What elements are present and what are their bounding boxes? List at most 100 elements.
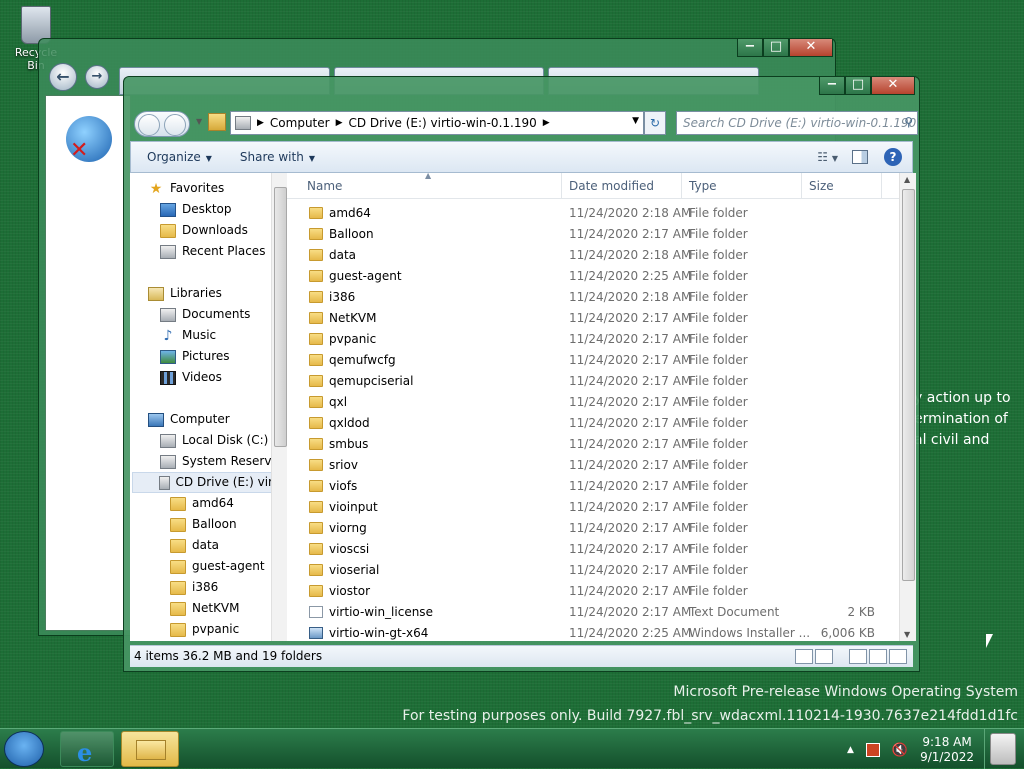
table-row[interactable]: viorng 11/24/2020 2:17 AM File folder <box>287 518 899 539</box>
table-row[interactable]: viofs 11/24/2020 2:17 AM File folder <box>287 476 899 497</box>
breadcrumb-computer[interactable]: Computer <box>270 116 330 130</box>
address-dropdown-icon[interactable]: ▼ <box>632 116 639 126</box>
nav-scrollbar[interactable] <box>271 173 288 641</box>
column-divider[interactable] <box>681 173 682 199</box>
nav-libraries[interactable]: Libraries <box>148 283 222 304</box>
table-row[interactable]: vioserial 11/24/2020 2:17 AM File folder <box>287 560 899 581</box>
column-divider[interactable] <box>561 173 562 199</box>
show-hidden-icons-icon[interactable]: ▲ <box>847 745 854 755</box>
taskbar-internet-explorer[interactable]: e <box>60 731 114 767</box>
preview-pane-icon[interactable] <box>852 150 868 164</box>
column-divider[interactable] <box>801 173 802 199</box>
network-icon[interactable] <box>865 743 880 757</box>
large-icons-view-icon[interactable] <box>815 649 833 664</box>
share-with-button[interactable]: Share with ▼ <box>240 150 315 164</box>
breadcrumb-cd-drive[interactable]: CD Drive (E:) virtio-win-0.1.190 <box>349 116 537 130</box>
breadcrumb-chevron-icon[interactable]: ▶ <box>257 118 264 128</box>
nav-music[interactable]: ♪ Music <box>160 325 217 346</box>
address-bar[interactable]: ▶ Computer ▶ CD Drive (E:) virtio-win-0.… <box>230 111 644 135</box>
nav-videos[interactable]: Videos <box>160 367 222 388</box>
organize-button[interactable]: Organize ▼ <box>147 150 212 164</box>
forward-button[interactable] <box>164 114 186 136</box>
table-row[interactable]: qemufwcfg 11/24/2020 2:17 AM File folder <box>287 350 899 371</box>
column-size[interactable]: Size <box>809 179 834 193</box>
show-desktop-button[interactable] <box>984 729 1024 769</box>
nav-favorites[interactable]: ★ Favorites <box>148 178 225 199</box>
nav-downloads[interactable]: Downloads <box>160 220 248 241</box>
nav-system-reserved[interactable]: System Reserved <box>160 451 281 472</box>
close-button[interactable]: ✕ <box>789 39 833 57</box>
clock[interactable]: 9:18 AM 9/1/2022 <box>920 735 974 765</box>
column-date-modified[interactable]: Date modified <box>569 179 654 193</box>
table-row[interactable]: qxldod 11/24/2020 2:17 AM File folder <box>287 413 899 434</box>
minimize-button[interactable]: − <box>737 39 763 57</box>
table-row[interactable]: pvpanic 11/24/2020 2:17 AM File folder <box>287 329 899 350</box>
nav-subfolder[interactable]: pvpanic <box>170 619 239 640</box>
layout-icon[interactable] <box>849 649 867 664</box>
table-row[interactable]: guest-agent 11/24/2020 2:25 AM File folder <box>287 266 899 287</box>
breadcrumb-chevron-icon[interactable]: ▶ <box>543 118 550 128</box>
layout-icon[interactable] <box>869 649 887 664</box>
scroll-up-icon[interactable]: ▲ <box>904 175 910 184</box>
table-row[interactable]: qemupciserial 11/24/2020 2:17 AM File fold… <box>287 371 899 392</box>
maximize-button[interactable]: □ <box>845 77 871 95</box>
nav-documents[interactable]: Documents <box>160 304 250 325</box>
folder-icon <box>309 333 323 345</box>
nav-pictures[interactable]: Pictures <box>160 346 230 367</box>
start-button[interactable] <box>4 731 44 767</box>
breadcrumb-chevron-icon[interactable]: ▶ <box>336 118 343 128</box>
table-row[interactable]: vioscsi 11/24/2020 2:17 AM File folder <box>287 539 899 560</box>
refresh-button[interactable]: ↻ <box>644 111 666 135</box>
nav-desktop[interactable]: Desktop <box>160 199 232 220</box>
search-placeholder: Search CD Drive (E:) virtio-win-0.1.190 <box>683 116 917 130</box>
table-row[interactable]: amd64 11/24/2020 2:18 AM File folder <box>287 203 899 224</box>
views-button[interactable]: ☷ ▼ <box>817 150 838 164</box>
nav-subfolder[interactable]: data <box>170 535 219 556</box>
nav-scroll-thumb[interactable] <box>274 187 287 447</box>
nav-subfolder[interactable]: i386 <box>170 577 218 598</box>
taskbar-explorer[interactable] <box>121 731 179 767</box>
nav-computer[interactable]: Computer <box>148 409 230 430</box>
search-icon[interactable]: ⚲ <box>904 115 913 129</box>
layout-icon[interactable] <box>889 649 907 664</box>
table-row[interactable]: sriov 11/24/2020 2:17 AM File folder <box>287 455 899 476</box>
column-divider[interactable] <box>881 173 882 199</box>
table-row[interactable]: i386 11/24/2020 2:18 AM File folder <box>287 287 899 308</box>
file-list-scrollbar[interactable]: ▲ ▼ <box>899 173 916 641</box>
table-row[interactable]: Balloon 11/24/2020 2:17 AM File folder <box>287 224 899 245</box>
up-folder-icon[interactable] <box>208 113 226 131</box>
scroll-down-icon[interactable]: ▼ <box>904 630 910 639</box>
table-row[interactable]: viostor 11/24/2020 2:17 AM File folder <box>287 581 899 602</box>
nav-subfolder[interactable]: guest-agent <box>170 556 265 577</box>
nav-recent-places[interactable]: Recent Places <box>160 241 265 262</box>
explorer-window[interactable]: − □ ✕ ▼ ▶ Computer ▶ CD Drive (E:) virti… <box>123 76 920 672</box>
minimize-button[interactable]: − <box>819 77 845 95</box>
nav-local-disk[interactable]: Local Disk (C:) <box>160 430 268 451</box>
table-row[interactable]: qxl 11/24/2020 2:17 AM File folder <box>287 392 899 413</box>
nav-subfolder[interactable]: Balloon <box>170 514 237 535</box>
scroll-thumb[interactable] <box>902 189 915 581</box>
table-row[interactable]: data 11/24/2020 2:18 AM File folder <box>287 245 899 266</box>
nav-subfolder[interactable]: NetKVM <box>170 598 240 619</box>
folder-icon <box>309 438 323 450</box>
search-input[interactable]: Search CD Drive (E:) virtio-win-0.1.190 … <box>676 111 918 135</box>
table-row[interactable]: NetKVM 11/24/2020 2:17 AM File folder <box>287 308 899 329</box>
table-row[interactable]: vioinput 11/24/2020 2:17 AM File folder <box>287 497 899 518</box>
maximize-button[interactable]: □ <box>763 39 789 57</box>
table-row[interactable]: virtio-win-gt-x64 11/24/2020 2:25 AM Windo… <box>287 623 899 641</box>
recent-pages-icon[interactable]: ▼ <box>196 117 202 126</box>
details-view-icon[interactable] <box>795 649 813 664</box>
back-arrow-icon[interactable]: ← <box>49 63 77 91</box>
table-row[interactable]: smbus 11/24/2020 2:17 AM File folder <box>287 434 899 455</box>
nav-subfolder[interactable]: amd64 <box>170 493 234 514</box>
column-type[interactable]: Type <box>689 179 717 193</box>
back-button[interactable] <box>138 114 160 136</box>
table-row[interactable]: virtio-win_license 11/24/2020 2:17 AM Text… <box>287 602 899 623</box>
folder-icon <box>309 270 323 282</box>
volume-muted-icon[interactable]: 🔇 <box>892 743 908 758</box>
forward-arrow-icon[interactable]: → <box>85 65 109 89</box>
close-button[interactable]: ✕ <box>871 77 915 95</box>
column-name[interactable]: Name <box>307 179 342 193</box>
help-icon[interactable]: ? <box>884 148 902 166</box>
nav-cd-drive[interactable]: CD Drive (E:) virti <box>132 472 281 493</box>
